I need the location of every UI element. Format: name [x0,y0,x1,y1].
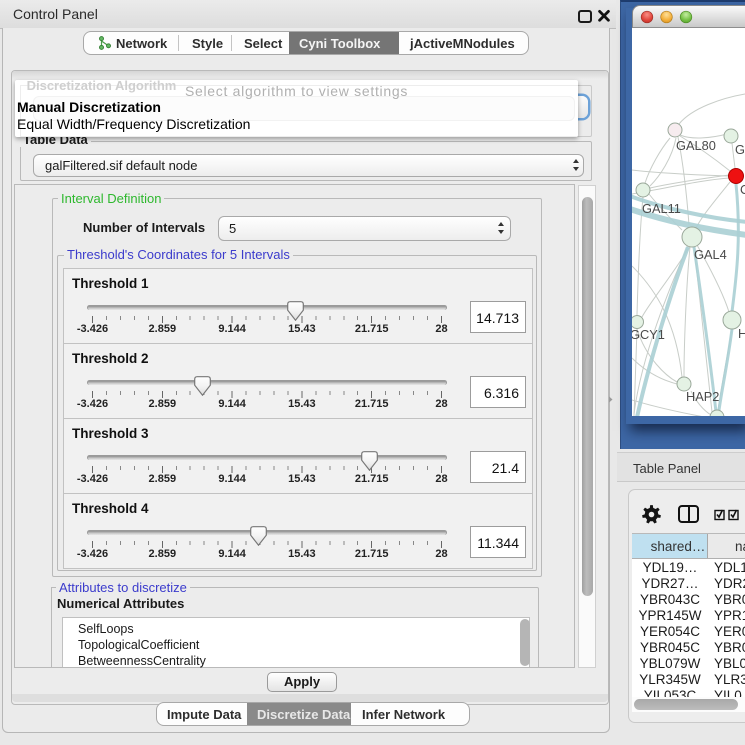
svg-text:HAP2: HAP2 [686,389,719,404]
svg-text:G.: G. [735,142,745,157]
svg-text:GAL11: GAL11 [642,201,681,216]
svg-text:GCY1: GCY1 [632,327,665,342]
svg-text:GAL4: GAL4 [694,247,727,262]
svg-text:GAL80: GAL80 [676,138,716,153]
svg-text:C: C [740,182,745,197]
svg-text:H: H [738,326,745,341]
